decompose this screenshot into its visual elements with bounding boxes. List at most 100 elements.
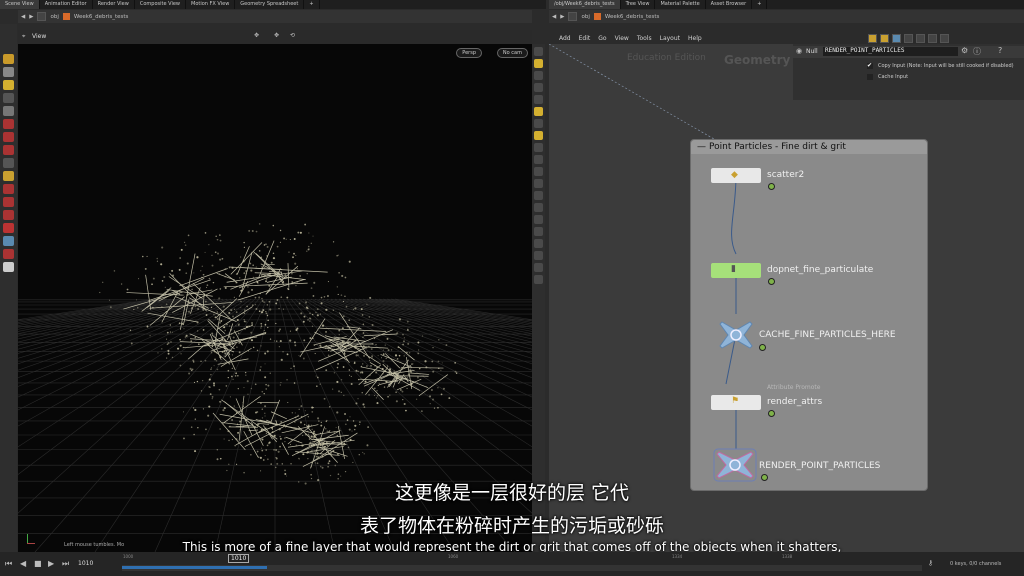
node-label-render-attrs[interactable]: render_attrs bbox=[767, 397, 822, 407]
network-box[interactable]: — Point Particles - Fine dirt & grit ◆ s… bbox=[690, 139, 928, 491]
display-icon[interactable] bbox=[3, 236, 14, 246]
network-tool-icon[interactable] bbox=[904, 34, 913, 43]
menu-tools[interactable]: Tools bbox=[637, 35, 652, 42]
network-tool-icon[interactable] bbox=[868, 34, 877, 43]
handle-tool-icon[interactable] bbox=[3, 67, 14, 77]
timeline-marker[interactable]: 1010 bbox=[228, 554, 250, 563]
node-dopnet[interactable]: ▮ bbox=[711, 263, 761, 278]
display-option-icon[interactable] bbox=[534, 95, 543, 104]
node-name-field[interactable]: RENDER_POINT_PARTICLES bbox=[823, 47, 958, 56]
network-box-title[interactable]: — Point Particles - Fine dirt & grit bbox=[691, 140, 927, 154]
display-option-icon[interactable] bbox=[534, 155, 543, 164]
display-option-icon[interactable] bbox=[534, 251, 543, 260]
path-context[interactable]: obj bbox=[50, 14, 58, 20]
render-icon[interactable] bbox=[3, 249, 14, 259]
gear-icon[interactable]: ⚙ bbox=[961, 46, 968, 55]
node-label-cache[interactable]: CACHE_FINE_PARTICLES_HERE bbox=[759, 330, 896, 340]
curve-icon[interactable] bbox=[3, 197, 14, 207]
display-option-icon[interactable] bbox=[534, 179, 543, 188]
stop-icon[interactable]: ■ bbox=[34, 559, 42, 568]
collapse-icon[interactable]: — bbox=[697, 140, 706, 154]
display-option-icon[interactable] bbox=[534, 119, 543, 128]
grid-snap-icon[interactable] bbox=[3, 145, 14, 155]
display-option-icon[interactable] bbox=[534, 227, 543, 236]
pose-tool-icon[interactable] bbox=[3, 80, 14, 90]
cylinder-icon[interactable] bbox=[3, 262, 14, 272]
viewport-tool-icon-2[interactable]: ✥ bbox=[274, 32, 279, 39]
add-tab-button-right[interactable]: + bbox=[752, 0, 768, 9]
menu-help[interactable]: Help bbox=[688, 35, 702, 42]
snap-icon[interactable] bbox=[3, 132, 14, 142]
tab-network-path[interactable]: /obj/Week6_debris_tests bbox=[549, 0, 621, 9]
go-to-end-icon[interactable]: ⏭ bbox=[62, 559, 69, 569]
copy-input-checkbox[interactable]: ✔ bbox=[867, 63, 873, 69]
camera-button[interactable]: No cam bbox=[496, 48, 528, 58]
go-to-start-icon[interactable]: ⏮ bbox=[5, 559, 12, 569]
timeline-track[interactable] bbox=[122, 565, 922, 571]
node-label-render-point-particles[interactable]: RENDER_POINT_PARTICLES bbox=[759, 461, 880, 471]
arrow-icon[interactable] bbox=[3, 93, 14, 103]
light-bulb-icon[interactable] bbox=[534, 107, 543, 116]
network-tool-icon[interactable] bbox=[892, 34, 901, 43]
display-option-icon[interactable] bbox=[534, 71, 543, 80]
brush-icon[interactable] bbox=[3, 210, 14, 220]
forward-icon[interactable]: ▶ bbox=[29, 14, 33, 20]
path-file[interactable]: Week6_debris_tests bbox=[74, 14, 129, 20]
tab-material-palette[interactable]: Material Palette bbox=[655, 0, 706, 9]
viewport-tool-icon[interactable]: ✥ bbox=[254, 32, 259, 39]
tab-render-view[interactable]: Render View bbox=[93, 0, 135, 9]
tab-asset-browser[interactable]: Asset Browser bbox=[706, 0, 753, 9]
network-tool-icon[interactable] bbox=[916, 34, 925, 43]
network-tool-icon[interactable] bbox=[928, 34, 937, 43]
tab-scene-view[interactable]: Scene View bbox=[0, 0, 40, 9]
select-tool-icon[interactable] bbox=[3, 54, 14, 64]
tab-tree-view[interactable]: Tree View bbox=[621, 0, 656, 9]
help-icon[interactable]: ? bbox=[998, 46, 1002, 55]
display-option-icon[interactable] bbox=[534, 59, 543, 68]
add-tab-button[interactable]: + bbox=[304, 0, 320, 9]
tab-animation-editor[interactable]: Animation Editor bbox=[40, 0, 93, 9]
lock-icon[interactable] bbox=[534, 83, 543, 92]
forward-icon-right[interactable]: ▶ bbox=[560, 14, 564, 20]
display-option-icon[interactable] bbox=[534, 203, 543, 212]
tab-geometry-spreadsheet[interactable]: Geometry Spreadsheet bbox=[235, 0, 305, 9]
display-option-icon[interactable] bbox=[534, 143, 543, 152]
info-icon[interactable]: ⓘ bbox=[973, 46, 981, 57]
back-icon-right[interactable]: ◀ bbox=[552, 14, 556, 20]
node-render-attrs[interactable]: ⚑ bbox=[711, 395, 761, 410]
magnet-red-icon[interactable] bbox=[3, 223, 14, 233]
node-cache-null[interactable] bbox=[718, 320, 754, 350]
menu-add[interactable]: Add bbox=[559, 35, 571, 42]
display-option-icon[interactable] bbox=[534, 263, 543, 272]
step-back-icon[interactable]: ◀ bbox=[20, 559, 26, 568]
back-icon[interactable]: ◀ bbox=[21, 14, 25, 20]
node-scatter2[interactable]: ◆ bbox=[711, 168, 761, 183]
display-option-icon[interactable] bbox=[534, 131, 543, 140]
point-snap-icon[interactable] bbox=[3, 158, 14, 168]
cache-input-checkbox[interactable] bbox=[867, 74, 873, 80]
tab-composite-view[interactable]: Composite View bbox=[135, 0, 186, 9]
display-option-icon[interactable] bbox=[534, 191, 543, 200]
path-context-right[interactable]: obj bbox=[581, 14, 589, 20]
persp-button[interactable]: Persp bbox=[456, 48, 482, 58]
network-editor[interactable]: Education Edition Geometry — Point Parti… bbox=[549, 44, 1024, 552]
menu-go[interactable]: Go bbox=[598, 35, 606, 42]
menu-layout[interactable]: Layout bbox=[660, 35, 680, 42]
menu-edit[interactable]: Edit bbox=[579, 35, 591, 42]
magnet-icon[interactable] bbox=[3, 119, 14, 129]
lock-icon[interactable] bbox=[3, 106, 14, 116]
display-option-icon[interactable] bbox=[534, 275, 543, 284]
node-label-dopnet[interactable]: dopnet_fine_particulate bbox=[767, 265, 873, 275]
geo-icon[interactable] bbox=[3, 184, 14, 194]
path-file-right[interactable]: Week6_debris_tests bbox=[605, 14, 660, 20]
node-render-null[interactable] bbox=[713, 448, 757, 482]
viewport-tool-icon-3[interactable]: ⟲ bbox=[290, 32, 295, 39]
display-option-icon[interactable] bbox=[534, 167, 543, 176]
play-icon[interactable]: ▶ bbox=[48, 559, 54, 568]
menu-view[interactable]: View bbox=[615, 35, 629, 42]
network-tool-icon[interactable] bbox=[880, 34, 889, 43]
display-option-icon[interactable] bbox=[534, 239, 543, 248]
node-label-scatter2[interactable]: scatter2 bbox=[767, 170, 804, 180]
display-option-icon[interactable] bbox=[534, 215, 543, 224]
display-option-icon[interactable] bbox=[534, 47, 543, 56]
